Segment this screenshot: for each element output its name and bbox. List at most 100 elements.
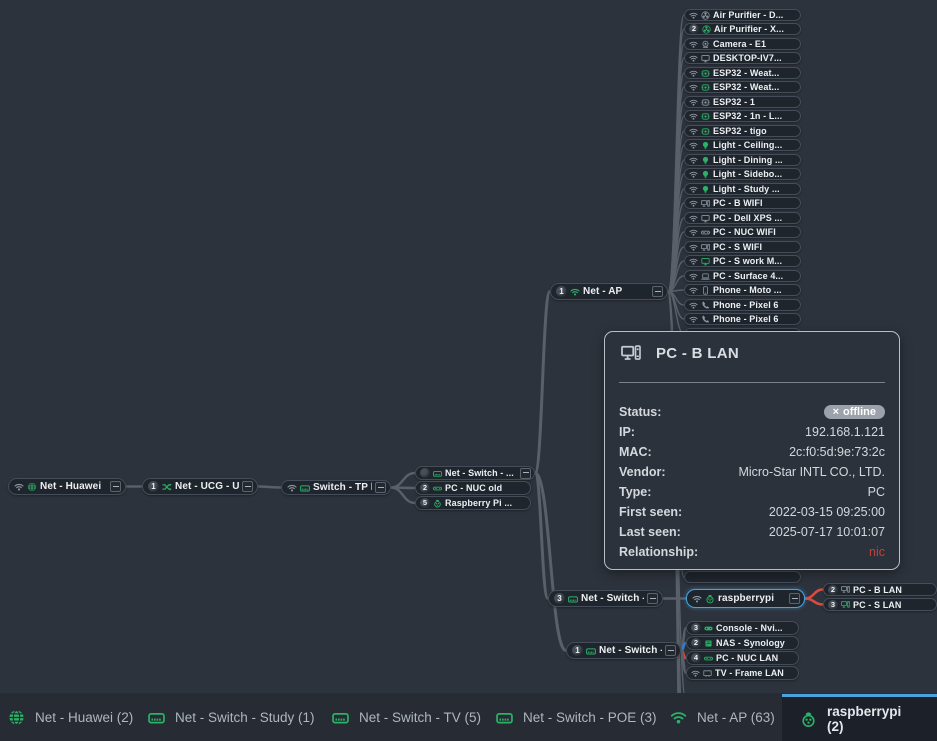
node-ap1[interactable]: Air Purifier - D...	[684, 9, 801, 21]
node-label: ESP32 - 1	[713, 97, 797, 107]
node-ap10[interactable]: Light - Ceiling...	[684, 139, 801, 151]
node-ap13[interactable]: Light - Study ...	[684, 183, 801, 195]
node-label: PC - S WIFI	[713, 242, 797, 252]
tab-raspberrypi-2[interactable]: raspberrypi (2)	[782, 694, 937, 741]
wifi-icon	[689, 243, 698, 252]
node-ap4[interactable]: DESKTOP-IV7...	[684, 52, 801, 64]
node-ap9[interactable]: ESP32 - tigo	[684, 125, 801, 137]
wifi-icon	[689, 301, 698, 310]
collapse-button[interactable]	[652, 286, 663, 297]
collapse-button[interactable]	[110, 481, 121, 492]
x-icon: ×	[833, 406, 839, 418]
node-label: Phone - Pixel 6	[713, 300, 797, 310]
chip-icon	[701, 127, 710, 136]
popup-field-row: MAC:2c:f0:5d:9e:73:2c	[619, 442, 885, 462]
topology-canvas[interactable]: Net - Huawei 1Net - UCG - Ul... Switch - T…	[0, 0, 937, 741]
switch-icon	[496, 709, 513, 726]
node-ap2[interactable]: 2Air Purifier - X...	[684, 23, 801, 35]
node-ap16[interactable]: PC - NUC WIFI	[684, 226, 801, 238]
node-rpi5[interactable]: 5Raspberry Pi ...	[415, 496, 531, 510]
collapse-button[interactable]	[242, 481, 253, 492]
popup-title: PC - B LAN	[656, 345, 739, 362]
node-label: Camera - E1	[713, 39, 797, 49]
node-ap19[interactable]: PC - Surface 4...	[684, 270, 801, 282]
tab-net-switch-poe-3[interactable]: Net - Switch - POE (3)	[496, 694, 657, 741]
tab-net-huawei-2[interactable]: Net - Huawei (2)	[8, 694, 133, 741]
graph-edge	[391, 488, 415, 504]
node-ap20[interactable]: Phone - Moto ...	[684, 284, 801, 296]
wifi-icon	[691, 669, 700, 678]
node-ap[interactable]: 1Net - AP	[550, 283, 668, 300]
node-label: Light - Study ...	[713, 184, 797, 194]
node-ap3[interactable]: Camera - E1	[684, 38, 801, 50]
port-badge	[420, 468, 430, 478]
node-nas[interactable]: 2NAS - Synology	[686, 636, 799, 650]
node-ap5[interactable]: ESP32 - Weat...	[684, 67, 801, 79]
node-ap7[interactable]: ESP32 - 1	[684, 96, 801, 108]
raspberry-icon	[705, 594, 715, 604]
node-sw1[interactable]: 1Net - Switch - ...	[566, 642, 681, 659]
device-tab-bar: Net - Huawei (2) Net - Switch - Study (1)…	[0, 693, 937, 741]
status-badge: ×offline	[824, 405, 885, 419]
node-ap22[interactable]: Phone - Pixel 6	[684, 313, 801, 325]
node-ap14[interactable]: PC - B WIFI	[684, 197, 801, 209]
switch-icon	[433, 469, 442, 478]
node-console[interactable]: 3Console - Nvi...	[686, 621, 799, 635]
node-ap18[interactable]: PC - S work M...	[684, 255, 801, 267]
node-ap6[interactable]: ESP32 - Weat...	[684, 81, 801, 93]
collapse-button[interactable]	[665, 645, 676, 656]
nas-icon	[704, 639, 713, 648]
tv-icon	[703, 669, 712, 678]
minipc-icon	[704, 654, 713, 663]
tab-net-switch-study-1[interactable]: Net - Switch - Study (1)	[148, 694, 315, 741]
node-ucg[interactable]: 1Net - UCG - Ul...	[142, 478, 258, 495]
node-label: Net - Switch - ...	[599, 645, 662, 656]
field-value: 2022-03-15 09:25:00	[769, 505, 885, 519]
collapse-button[interactable]	[789, 593, 800, 604]
wifi-icon	[692, 594, 702, 604]
popup-field-row: Relationship:nic	[619, 542, 885, 562]
field-label: Vendor:	[619, 465, 666, 479]
node-ap15[interactable]: PC - Dell XPS ...	[684, 212, 801, 224]
device-details-popup: PC - B LAN Status:×offlineIP:192.168.1.1…	[604, 331, 900, 570]
collapse-button[interactable]	[520, 468, 531, 479]
node-clip2[interactable]	[684, 571, 801, 583]
node-tp[interactable]: Switch - TP li...	[281, 480, 391, 495]
node-hub[interactable]: Net - Switch - ...	[415, 466, 535, 480]
node-ap17[interactable]: PC - S WIFI	[684, 241, 801, 253]
node-ap21[interactable]: Phone - Pixel 6	[684, 299, 801, 311]
switch-icon	[332, 709, 349, 726]
node-label: Console - Nvi...	[716, 623, 795, 633]
node-pcb[interactable]: 2PC - B LAN	[823, 583, 937, 596]
collapse-button[interactable]	[647, 593, 658, 604]
pc-icon	[701, 199, 710, 208]
wifi-icon	[689, 40, 698, 49]
tab-net-ap-63[interactable]: Net - AP (63)	[670, 694, 775, 741]
node-label: Phone - Moto ...	[713, 285, 797, 295]
tab-net-switch-tv-5[interactable]: Net - Switch - TV (5)	[332, 694, 481, 741]
popup-field-row: Vendor:Micro-Star INTL CO., LTD.	[619, 462, 885, 482]
field-value: 2c:f0:5d:9e:73:2c	[789, 445, 885, 459]
field-value: nic	[869, 545, 885, 559]
node-ap12[interactable]: Light - Sidebo...	[684, 168, 801, 180]
node-ap11[interactable]: Light - Dining ...	[684, 154, 801, 166]
node-pcs[interactable]: 3PC - S LAN	[823, 598, 937, 611]
node-label: raspberrypi	[718, 593, 786, 604]
collapse-button[interactable]	[375, 482, 386, 493]
chip-icon	[701, 69, 710, 78]
node-nuclan[interactable]: 4PC - NUC LAN	[686, 651, 799, 665]
field-label: Last seen:	[619, 525, 681, 539]
tab-label: raspberrypi (2)	[827, 704, 919, 734]
wifi-icon	[689, 170, 698, 179]
bulb-icon	[701, 141, 710, 150]
wifi-icon	[287, 483, 297, 493]
wifi-icon	[689, 127, 698, 136]
switch-icon	[300, 483, 310, 493]
node-sw3[interactable]: 3Net - Switch - ...	[548, 590, 663, 607]
node-rpi[interactable]: raspberrypi	[686, 589, 805, 608]
graph-edge	[391, 473, 415, 488]
node-huawei[interactable]: Net - Huawei	[8, 478, 126, 495]
node-ap8[interactable]: ESP32 - 1n - L...	[684, 110, 801, 122]
node-nucold[interactable]: 2PC - NUC old	[415, 481, 531, 495]
node-tvframe[interactable]: TV - Frame LAN	[686, 666, 799, 680]
